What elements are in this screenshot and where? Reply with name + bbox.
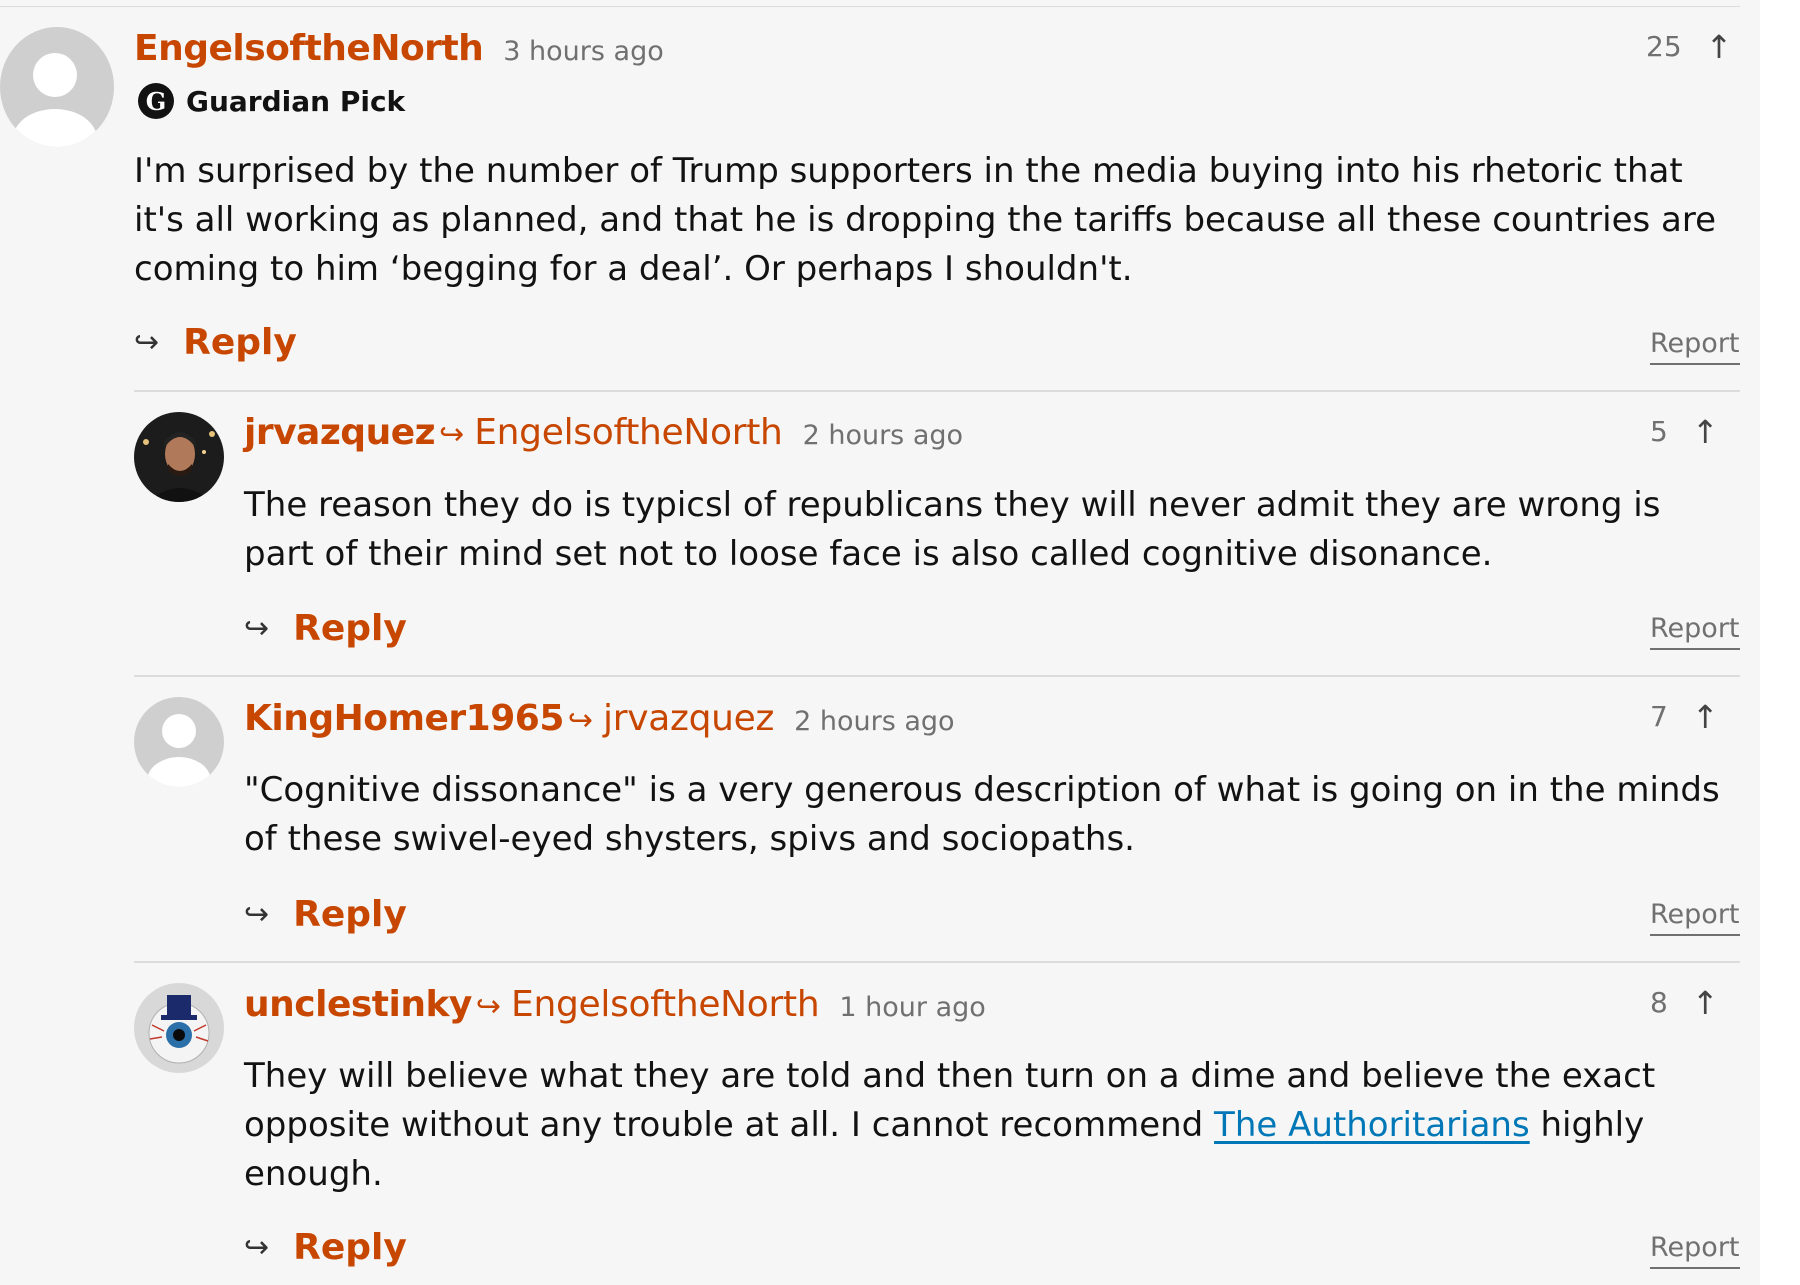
guardian-pick-badge: G Guardian Pick bbox=[138, 83, 405, 119]
reply-arrow-icon: ↪ bbox=[244, 611, 270, 646]
guardian-logo-icon: G bbox=[138, 83, 174, 119]
reply-label: Reply bbox=[293, 608, 407, 649]
reply-button[interactable]: ↪ Reply bbox=[244, 608, 407, 649]
comment-body: They will believe what they are told and… bbox=[244, 1052, 1704, 1199]
comment-body: "Cognitive dissonance" is a very generou… bbox=[244, 770, 1720, 859]
comment-meta: EngelsoftheNorth 3 hours ago bbox=[134, 28, 664, 69]
reply-to-name[interactable]: EngelsoftheNorth bbox=[511, 984, 820, 1025]
upvote-icon[interactable]: ↑ bbox=[1692, 416, 1719, 448]
eyeball-avatar-icon bbox=[134, 983, 224, 1073]
vote-area: 25 ↑ bbox=[1646, 30, 1732, 63]
book-link[interactable]: The Authoritarians bbox=[1214, 1105, 1530, 1145]
comment-meta: jrvazquez ↪ EngelsoftheNorth 2 hours ago bbox=[244, 412, 963, 453]
reply-label: Reply bbox=[293, 894, 407, 935]
reply-to-arrow-icon: ↪ bbox=[567, 703, 594, 738]
vote-count: 8 bbox=[1650, 986, 1668, 1019]
vote-count: 5 bbox=[1650, 415, 1668, 448]
upvote-icon[interactable]: ↑ bbox=[1692, 987, 1719, 1019]
vote-area: 5 ↑ bbox=[1650, 415, 1719, 448]
timestamp[interactable]: 2 hours ago bbox=[803, 420, 963, 451]
page-margin-strip bbox=[1760, 0, 1800, 1285]
report-link[interactable]: Report bbox=[1650, 1232, 1740, 1269]
vote-area: 8 ↑ bbox=[1650, 986, 1719, 1019]
avatar[interactable] bbox=[0, 27, 114, 147]
default-avatar-icon bbox=[134, 697, 224, 787]
reply-to-arrow-icon: ↪ bbox=[475, 989, 502, 1024]
avatar[interactable] bbox=[134, 983, 224, 1073]
timestamp[interactable]: 3 hours ago bbox=[503, 36, 663, 67]
reply-arrow-icon: ↪ bbox=[244, 897, 270, 932]
badge-label: Guardian Pick bbox=[186, 84, 406, 118]
upvote-icon[interactable]: ↑ bbox=[1692, 701, 1719, 733]
reply-button[interactable]: ↪ Reply bbox=[244, 894, 407, 935]
comment-meta: KingHomer1965 ↪ jrvazquez 2 hours ago bbox=[244, 698, 955, 739]
reply-label: Reply bbox=[293, 1227, 407, 1268]
comment-body: The reason they do is typicsl of republi… bbox=[244, 485, 1661, 574]
comment-meta: unclestinky ↪ EngelsoftheNorth 1 hour ag… bbox=[244, 984, 986, 1025]
timestamp[interactable]: 1 hour ago bbox=[839, 992, 985, 1023]
comment-body: I'm surprised by the number of Trump sup… bbox=[134, 151, 1717, 289]
reply-label: Reply bbox=[183, 322, 297, 363]
default-avatar-icon bbox=[0, 27, 114, 147]
author-name[interactable]: KingHomer1965 bbox=[244, 698, 564, 739]
reply-to-arrow-icon: ↪ bbox=[439, 417, 465, 452]
author-name[interactable]: EngelsoftheNorth bbox=[134, 28, 484, 69]
comment-divider bbox=[134, 390, 1740, 392]
vote-count: 7 bbox=[1650, 700, 1668, 733]
report-link[interactable]: Report bbox=[1650, 613, 1740, 650]
reply-arrow-icon: ↪ bbox=[134, 325, 160, 360]
reply-button[interactable]: ↪ Reply bbox=[134, 322, 297, 363]
top-divider bbox=[0, 6, 1740, 7]
vote-count: 25 bbox=[1646, 30, 1682, 63]
reply-to-name[interactable]: EngelsoftheNorth bbox=[474, 412, 783, 453]
report-link[interactable]: Report bbox=[1650, 899, 1740, 936]
vote-area: 7 ↑ bbox=[1650, 700, 1719, 733]
upvote-icon[interactable]: ↑ bbox=[1706, 31, 1733, 63]
author-name[interactable]: jrvazquez bbox=[244, 412, 436, 453]
report-link[interactable]: Report bbox=[1650, 328, 1740, 365]
reply-button[interactable]: ↪ Reply bbox=[244, 1227, 407, 1268]
comment-divider bbox=[134, 961, 1740, 963]
reply-arrow-icon: ↪ bbox=[244, 1230, 270, 1265]
avatar[interactable] bbox=[134, 697, 224, 787]
author-name[interactable]: unclestinky bbox=[244, 984, 472, 1025]
reply-to-name[interactable]: jrvazquez bbox=[603, 698, 774, 739]
comment-divider bbox=[134, 675, 1740, 677]
timestamp[interactable]: 2 hours ago bbox=[794, 706, 954, 737]
avatar[interactable] bbox=[134, 412, 224, 502]
photo-avatar-icon bbox=[134, 412, 224, 502]
